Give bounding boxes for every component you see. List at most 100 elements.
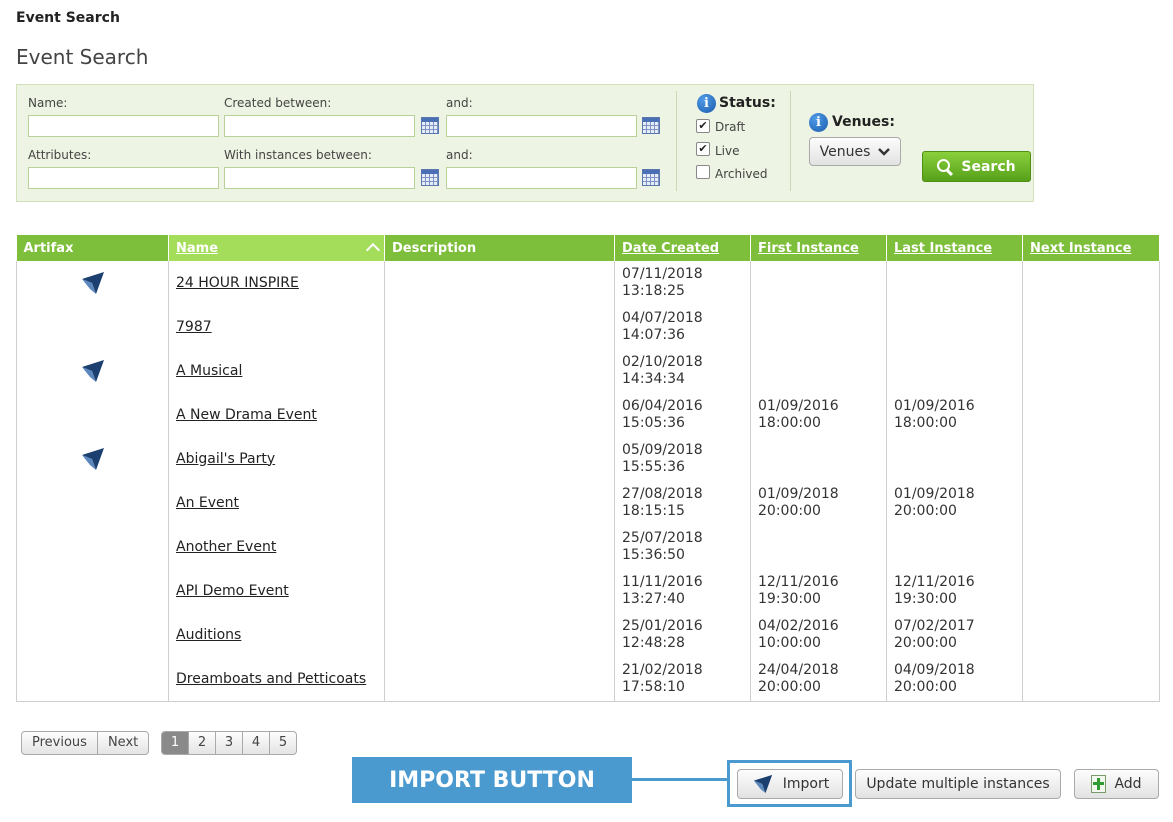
instances-from-input[interactable] — [224, 167, 415, 189]
status-archived-checkbox[interactable] — [696, 165, 710, 179]
import-button[interactable]: Import — [737, 769, 843, 799]
event-name-link[interactable]: An Event — [168, 481, 385, 525]
column-header-date-created[interactable]: Date Created — [614, 235, 751, 261]
calendar-icon[interactable] — [421, 117, 439, 134]
date-value: 12/11/2016 — [758, 574, 839, 590]
column-header-last-instance[interactable]: Last Instance — [886, 235, 1023, 261]
calendar-icon[interactable] — [642, 169, 660, 186]
date-created-cell: 05/09/2018 15:55:36 — [614, 437, 751, 481]
table-row[interactable]: A New Drama Event 06/04/2016 15:05:36 01/09… — [16, 393, 1160, 437]
last-instance-cell: 01/09/2016 18:00:00 — [886, 393, 1023, 437]
created-to-input[interactable] — [446, 115, 637, 137]
time-value: 10:00:00 — [758, 635, 821, 651]
page-number-button[interactable]: 3 — [215, 732, 242, 754]
event-name-link[interactable]: 24 HOUR INSPIRE — [168, 261, 385, 305]
last-instance-cell — [886, 437, 1023, 481]
column-header-next-instance[interactable]: Next Instance — [1022, 235, 1160, 261]
time-value: 19:30:00 — [894, 591, 957, 607]
add-button[interactable]: Add — [1074, 769, 1159, 799]
event-name-link[interactable]: API Demo Event — [168, 569, 385, 613]
artifax-logo-icon — [753, 774, 772, 794]
table-header-row: Artifax Name Description Date Created Fi… — [16, 235, 1160, 261]
table-row[interactable]: Another Event 25/07/2018 15:36:50 — [16, 525, 1160, 569]
date-value: 25/01/2016 — [622, 618, 703, 634]
column-header-label: Date Created — [622, 240, 719, 256]
event-name-link[interactable]: A New Drama Event — [168, 393, 385, 437]
instances-to-input[interactable] — [446, 167, 637, 189]
venues-dropdown-button[interactable]: Venues — [809, 137, 901, 166]
event-name-link[interactable]: Another Event — [168, 525, 385, 569]
status-live-checkbox[interactable]: ✔ — [696, 142, 710, 156]
last-instance-cell — [886, 525, 1023, 569]
page-number-button[interactable]: 1 — [162, 732, 188, 754]
description-cell — [384, 481, 615, 525]
column-header-artifax: Artifax — [16, 235, 169, 261]
attributes-input[interactable] — [28, 167, 219, 189]
event-name-link[interactable]: Auditions — [168, 613, 385, 657]
callout-connector — [632, 778, 728, 781]
event-name-link[interactable]: Dreamboats and Petticoats — [168, 657, 385, 702]
page-number-button[interactable]: 5 — [269, 732, 296, 754]
import-button-label: Import — [782, 776, 830, 792]
table-row[interactable]: An Event 27/08/2018 18:15:15 01/09/2018 20:0… — [16, 481, 1160, 525]
artifax-cell — [16, 613, 169, 657]
name-input[interactable] — [28, 115, 219, 137]
info-icon[interactable]: i — [809, 113, 828, 132]
first-instance-cell — [750, 305, 887, 349]
event-name-link[interactable]: 7987 — [168, 305, 385, 349]
first-instance-cell: 01/09/2018 20:00:00 — [750, 481, 887, 525]
search-button-label: Search — [961, 158, 1016, 175]
time-value: 20:00:00 — [894, 635, 957, 651]
column-header-label: Name — [176, 240, 219, 256]
table-row[interactable]: Abigail's Party 05/09/2018 15:55:36 — [16, 437, 1160, 481]
column-header-name[interactable]: Name — [168, 235, 385, 261]
status-draft-label: Draft — [715, 120, 746, 134]
time-value: 15:36:50 — [622, 547, 685, 563]
description-cell — [384, 261, 615, 305]
status-live-label: Live — [715, 144, 740, 158]
date-value: 21/02/2018 — [622, 662, 703, 678]
date-created-cell: 25/07/2018 15:36:50 — [614, 525, 751, 569]
description-cell — [384, 525, 615, 569]
date-value: 04/09/2018 — [894, 662, 975, 678]
event-name-link[interactable]: Abigail's Party — [168, 437, 385, 481]
search-button[interactable]: Search — [922, 151, 1031, 182]
event-name-link[interactable]: A Musical — [168, 349, 385, 393]
date-created-cell: 27/08/2018 18:15:15 — [614, 481, 751, 525]
table-row[interactable]: API Demo Event 11/11/2016 13:27:40 12/11/20… — [16, 569, 1160, 613]
date-value: 01/09/2018 — [758, 486, 839, 502]
description-cell — [384, 437, 615, 481]
table-row[interactable]: Dreamboats and Petticoats 21/02/2018 17:58… — [16, 657, 1160, 702]
page-number-button[interactable]: 4 — [242, 732, 269, 754]
time-value: 20:00:00 — [758, 503, 821, 519]
date-value: 04/02/2016 — [758, 618, 839, 634]
last-instance-cell — [886, 261, 1023, 305]
artifax-logo-icon — [81, 272, 104, 294]
table-row[interactable]: Auditions 25/01/2016 12:48:28 04/02/2016 10:… — [16, 613, 1160, 657]
date-created-cell: 04/07/2018 14:07:36 — [614, 305, 751, 349]
date-created-cell: 06/04/2016 15:05:36 — [614, 393, 751, 437]
page-number-button[interactable]: 2 — [188, 732, 215, 754]
table-row[interactable]: A Musical 02/10/2018 14:34:34 — [16, 349, 1160, 393]
info-icon[interactable]: i — [697, 94, 716, 113]
column-header-first-instance[interactable]: First Instance — [750, 235, 887, 261]
first-instance-cell: 01/09/2016 18:00:00 — [750, 393, 887, 437]
status-draft-checkbox[interactable]: ✔ — [696, 119, 710, 133]
calendar-icon[interactable] — [642, 117, 660, 134]
next-page-button[interactable]: Next — [96, 732, 148, 754]
table-row[interactable]: 24 HOUR INSPIRE 07/11/2018 13:18:25 — [16, 261, 1160, 305]
divider — [790, 91, 791, 191]
created-from-input[interactable] — [224, 115, 415, 137]
column-header-label: First Instance — [758, 240, 859, 256]
table-row[interactable]: 7987 04/07/2018 14:07:36 — [16, 305, 1160, 349]
date-created-cell: 07/11/2018 13:18:25 — [614, 261, 751, 305]
description-cell — [384, 569, 615, 613]
artifax-cell — [16, 657, 169, 702]
date-value: 07/11/2018 — [622, 266, 703, 282]
previous-page-button[interactable]: Previous — [22, 732, 97, 754]
instances-between-label: With instances between: — [224, 148, 372, 162]
calendar-icon[interactable] — [421, 169, 439, 186]
artifax-logo-icon — [81, 360, 104, 382]
update-multiple-instances-button[interactable]: Update multiple instances — [855, 769, 1061, 799]
time-value: 13:18:25 — [622, 283, 685, 299]
